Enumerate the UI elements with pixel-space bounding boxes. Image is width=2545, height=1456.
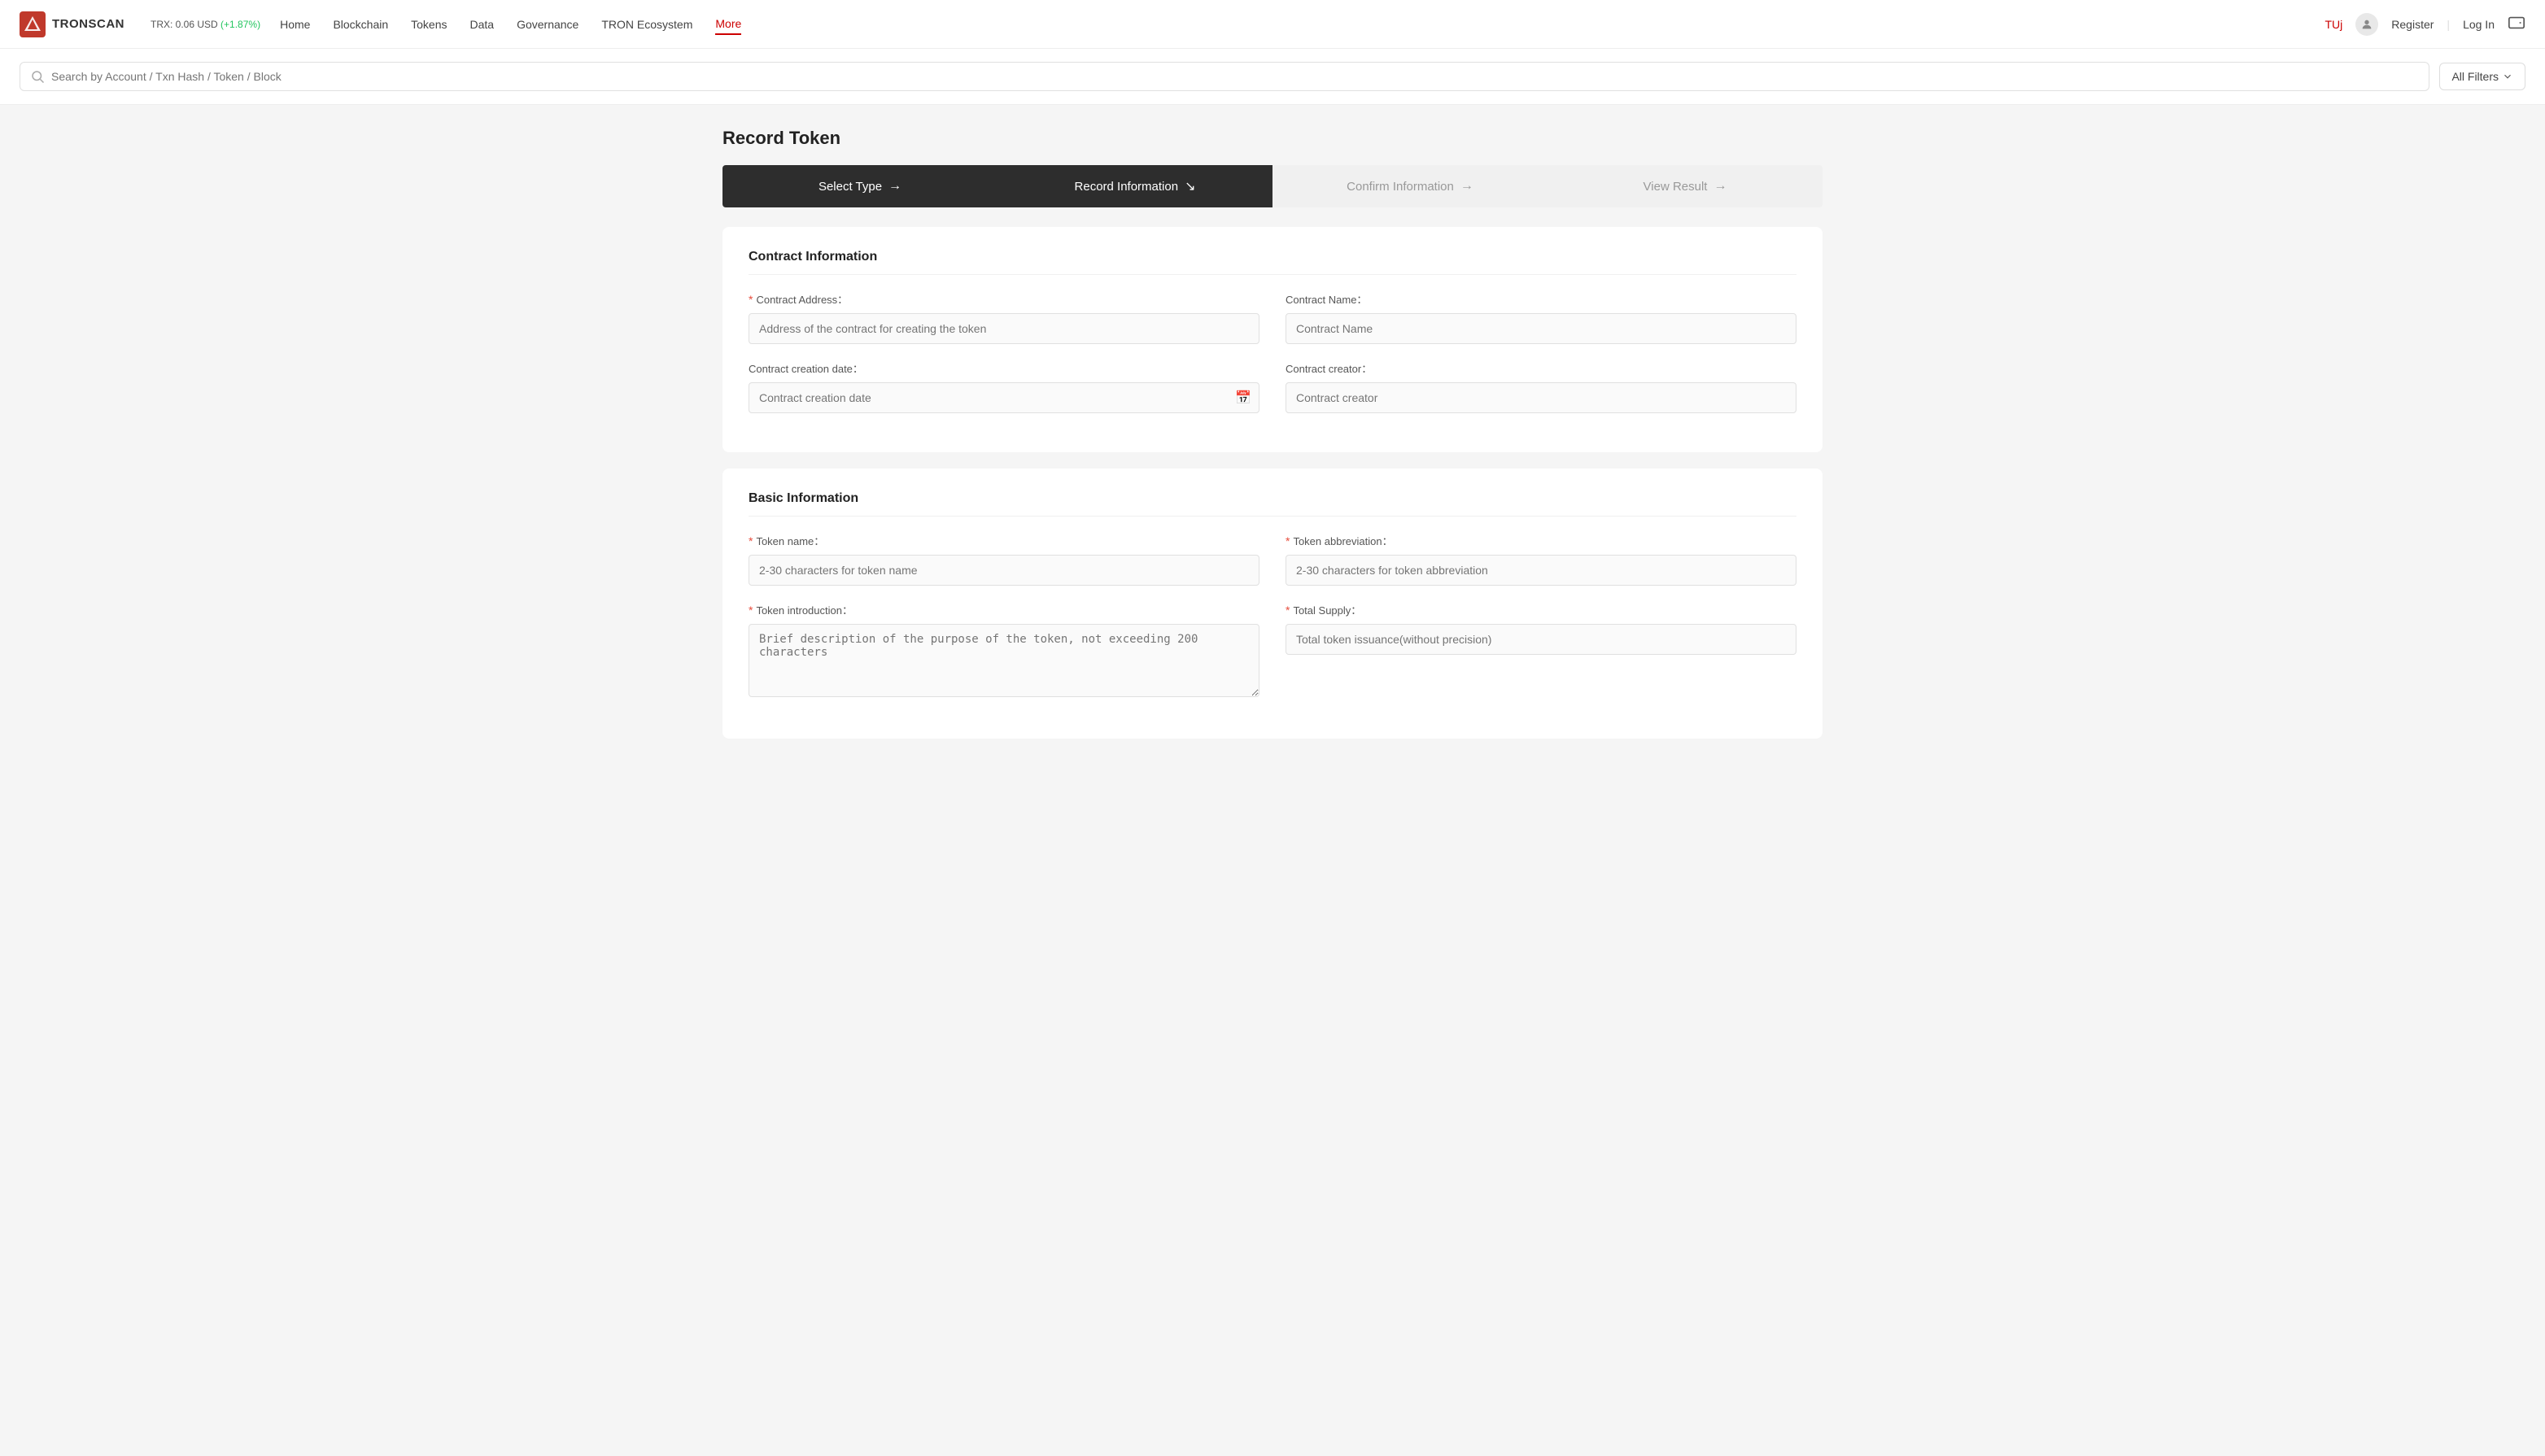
total-supply-input[interactable]: [1286, 624, 1796, 655]
token-introduction-label: * Token introduction：: [749, 602, 1259, 617]
page-title: Record Token: [722, 128, 1823, 149]
contract-creation-date-field: Contract creation date： 📅: [749, 360, 1259, 413]
basic-row-1: * Token name： * Token abbreviation：: [749, 533, 1796, 586]
step-confirm-information[interactable]: Confirm Information →: [1272, 165, 1548, 207]
nav-tron-ecosystem[interactable]: TRON Ecosystem: [601, 15, 692, 34]
nav-tokens[interactable]: Tokens: [411, 15, 447, 34]
contract-name-input[interactable]: [1286, 313, 1796, 344]
contract-section-title: Contract Information: [749, 250, 1796, 275]
contract-address-label: * Contract Address：: [749, 291, 1259, 307]
logo-icon: [20, 11, 46, 37]
token-name-label: * Token name：: [749, 533, 1259, 548]
avatar[interactable]: [2355, 13, 2378, 36]
token-abbreviation-field: * Token abbreviation：: [1286, 533, 1796, 586]
header-right: TUj Register | Log In: [2325, 13, 2526, 36]
required-star-4: *: [749, 604, 753, 617]
contract-information-section: Contract Information * Contract Address：…: [722, 227, 1823, 452]
token-abbreviation-label: * Token abbreviation：: [1286, 533, 1796, 548]
step-4-label: View Result: [1644, 180, 1708, 194]
step-view-result[interactable]: View Result →: [1548, 165, 1823, 207]
logo-text: TRONSCAN: [52, 17, 124, 31]
required-star-2: *: [749, 534, 753, 547]
contract-creator-input[interactable]: [1286, 382, 1796, 413]
search-bar-container: All Filters: [0, 49, 2545, 105]
user-account[interactable]: TUj: [2325, 18, 2343, 31]
header: TRONSCAN TRX: 0.06 USD (+1.87%) Home Blo…: [0, 0, 2545, 49]
contract-address-input[interactable]: [749, 313, 1259, 344]
contract-creation-date-input[interactable]: [749, 382, 1259, 413]
required-star-3: *: [1286, 534, 1290, 547]
token-abbreviation-input[interactable]: [1286, 555, 1796, 586]
step-record-information[interactable]: Record Information ↘: [997, 165, 1272, 207]
step-4-arrow: →: [1713, 179, 1726, 194]
basic-information-section: Basic Information * Token name： * Token …: [722, 469, 1823, 739]
step-2-label: Record Information: [1075, 180, 1179, 194]
trx-price: TRX: 0.06 USD (+1.87%): [151, 19, 260, 30]
total-supply-label: * Total Supply：: [1286, 602, 1796, 617]
nav-more[interactable]: More: [715, 14, 741, 35]
search-input-wrap: [20, 62, 2429, 91]
wallet-icon[interactable]: [2508, 14, 2525, 34]
nav-data[interactable]: Data: [470, 15, 495, 34]
contract-creator-field: Contract creator：: [1286, 360, 1796, 413]
token-introduction-field: * Token introduction：: [749, 602, 1259, 700]
login-link[interactable]: Log In: [2463, 18, 2495, 31]
total-supply-field: * Total Supply：: [1286, 602, 1796, 700]
contract-row-1: * Contract Address： Contract Name：: [749, 291, 1796, 344]
nav-governance[interactable]: Governance: [517, 15, 578, 34]
steps-bar: Select Type → Record Information ↘ Confi…: [722, 165, 1823, 207]
nav-home[interactable]: Home: [280, 15, 310, 34]
logo-area[interactable]: TRONSCAN: [20, 11, 124, 37]
required-star-5: *: [1286, 604, 1290, 617]
step-1-label: Select Type: [819, 180, 882, 194]
search-input[interactable]: [51, 70, 2419, 83]
contract-name-label: Contract Name：: [1286, 291, 1796, 307]
register-link[interactable]: Register: [2391, 18, 2434, 31]
contract-creator-label: Contract creator：: [1286, 360, 1796, 376]
step-3-arrow: →: [1460, 179, 1473, 194]
step-3-label: Confirm Information: [1347, 180, 1454, 194]
chevron-down-icon: [2502, 71, 2513, 82]
contract-creation-date-wrap: 📅: [749, 382, 1259, 413]
step-select-type[interactable]: Select Type →: [722, 165, 997, 207]
step-2-arrow: ↘: [1185, 178, 1195, 194]
token-introduction-textarea[interactable]: [749, 624, 1259, 697]
nav-blockchain[interactable]: Blockchain: [333, 15, 388, 34]
contract-row-2: Contract creation date： 📅 Contract creat…: [749, 360, 1796, 413]
main-content: Record Token Select Type → Record Inform…: [703, 105, 1842, 778]
all-filters-button[interactable]: All Filters: [2439, 63, 2525, 90]
basic-section-title: Basic Information: [749, 491, 1796, 517]
main-nav: Home Blockchain Tokens Data Governance T…: [280, 14, 2325, 35]
required-star: *: [749, 293, 753, 306]
contract-name-field: Contract Name：: [1286, 291, 1796, 344]
step-1-arrow: →: [888, 179, 901, 194]
token-name-field: * Token name：: [749, 533, 1259, 586]
basic-row-2: * Token introduction： * Total Supply：: [749, 602, 1796, 700]
contract-creation-date-label: Contract creation date：: [749, 360, 1259, 376]
token-name-input[interactable]: [749, 555, 1259, 586]
contract-address-field: * Contract Address：: [749, 291, 1259, 344]
search-icon: [30, 69, 45, 84]
